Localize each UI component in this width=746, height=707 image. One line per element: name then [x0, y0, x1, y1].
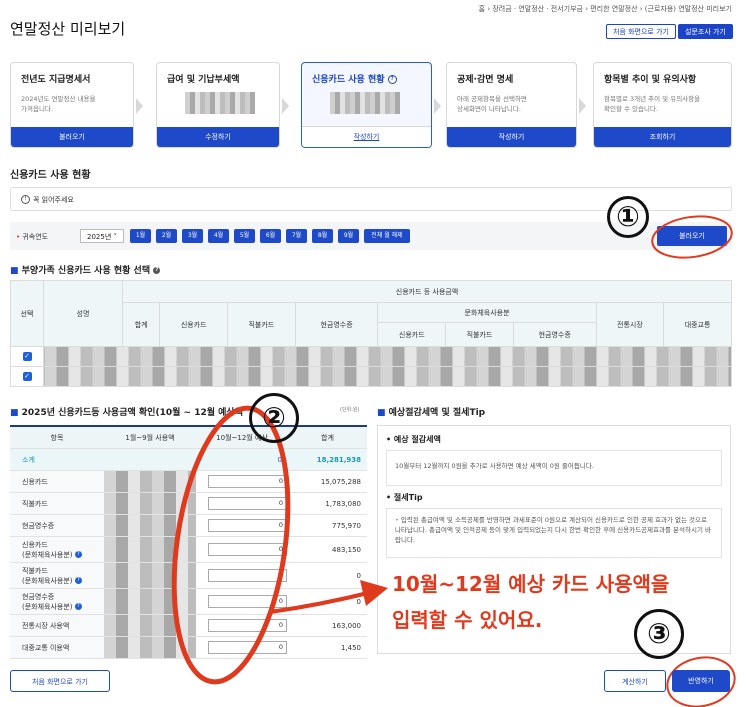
month-button[interactable]: 9월 [338, 229, 359, 243]
load-button[interactable]: 불러오기 [657, 226, 727, 246]
dependents-title: ■ 부양가족 신용카드 사용 현황 선택 ? [10, 263, 161, 276]
step-card-deduction: 공제·감면 명세 아래 공제항목을 선택하면 상세화면이 나타납니다. 작성하기 [446, 62, 577, 148]
table-row: 신용카드 (문화체육사용분) ? 0 483,150 [10, 536, 367, 563]
section-title: 신용카드 사용 현황 [10, 170, 91, 181]
step-card-prev-statement: 전년도 지급명세서 2024년도 연말정산 내용을 가져옵니다. 불러오기 [10, 62, 134, 148]
step-card-credit-card: 신용카드 사용 현황 ? 작성하기 [301, 62, 432, 148]
step-desc: 아래 공제항목을 선택하면 상세화면이 나타납니다. [457, 95, 527, 113]
table-row: 전통시장 사용액 0 163,000 [10, 614, 367, 637]
info-icon: ! [21, 195, 30, 204]
calculate-button[interactable]: 계산하기 [604, 670, 666, 692]
go-home-button[interactable]: 처음 화면으로 가기 [606, 24, 676, 39]
tip-title: ■ 예상절감세액 및 절세Tip [377, 408, 486, 418]
step-title: 공제·감면 명세 [457, 75, 514, 85]
month-button[interactable]: 7월 [286, 229, 307, 243]
blurred-row [43, 346, 732, 367]
select-checkbox[interactable]: ✓ [22, 372, 32, 381]
estimate-input[interactable]: 0 [208, 543, 287, 556]
blurred-value [330, 92, 400, 114]
page-title: 연말정산 미리보기 [10, 20, 126, 38]
annotation-text: 10월~12월 예상 카드 사용액을 입력할 수 있어요. [392, 572, 670, 632]
step-desc: 2024년도 연말정산 내용을 가져옵니다. [21, 95, 96, 113]
step-title: 항목별 추이 및 유의사항 [604, 75, 697, 85]
help-icon[interactable]: ? [74, 577, 82, 584]
estimate-input[interactable]: 0 [208, 595, 287, 608]
month-button[interactable]: 2월 [156, 229, 177, 243]
step-write-button[interactable]: 작성하기 [302, 126, 431, 147]
estimate-input[interactable]: 0 [208, 497, 287, 510]
step-card-salary: 급여 및 기납부세액 수정하기 [156, 62, 280, 148]
month-button[interactable]: 3월 [182, 229, 203, 243]
estimate-input[interactable]: 0 [208, 619, 287, 632]
step-arrow-icon [282, 98, 289, 114]
step-title: 신용카드 사용 현황 ? [312, 72, 397, 85]
table-row: 현금영수증 0 775,970 [10, 514, 367, 537]
month-button[interactable]: 6월 [260, 229, 281, 243]
table-row: 현금영수증 (문화체육사용분) ? 0 0 [10, 588, 367, 615]
table-row: 직불카드 (문화체육사용분) ? 0 0 [10, 562, 367, 589]
apply-button[interactable]: 반영하기 [672, 670, 730, 692]
step-view-button[interactable]: 조회하기 [594, 127, 731, 147]
table-row: 대중교통 이용액 0 1,450 [10, 636, 367, 659]
blurred-value [185, 92, 255, 114]
table-row: 신용카드 0 15,075,288 [10, 470, 367, 493]
table-row: ✓ [10, 346, 732, 367]
step-write-button[interactable]: 작성하기 [447, 127, 576, 147]
help-icon[interactable]: ? [153, 267, 161, 274]
clear-all-months-button[interactable]: 전체 월 해제 [364, 229, 410, 243]
estimate-input[interactable]: 0 [208, 475, 287, 488]
estimate-input[interactable]: 0 [208, 569, 287, 582]
month-button[interactable]: 5월 [234, 229, 255, 243]
notice-text: 꼭 읽어주세요 [33, 196, 74, 204]
tip-text: • 입력된 총급여액 및 소득공제를 반영하면 과세표준이 0원으로 계산되어 … [386, 508, 722, 558]
dependents-table: 선택 성명 신용카드 등 사용금액 합계 신용카드 직불카드 현금영수증 문화체… [10, 280, 732, 387]
step-arrow-icon [434, 98, 441, 114]
table-row: 소계 0 18,281,938 [10, 448, 367, 471]
saving-heading: • 예상 절감세액 [386, 435, 441, 444]
year-label: • 귀속연도 [16, 233, 49, 241]
breadcrumb: 홈 › 장려금 · 연말정산 · 전서기부금 › 편리한 연말정산 › (근로자… [478, 5, 732, 13]
year-select[interactable]: 2025년 ˅ [80, 229, 124, 243]
help-icon[interactable]: ? [74, 603, 82, 610]
go-first-screen-button[interactable]: 처음 화면으로 가기 [10, 670, 110, 692]
unit-label: (단위:원) [340, 407, 360, 413]
month-button[interactable]: 4월 [208, 229, 229, 243]
table-row: 직불카드 0 1,783,080 [10, 492, 367, 515]
step-arrow-icon [136, 98, 143, 114]
step-title: 급여 및 기납부세액 [167, 75, 240, 85]
step-edit-button[interactable]: 수정하기 [157, 127, 279, 147]
saving-text: 10월부터 12월까지 0원을 추가로 사용하면 예상 세액이 0원 줄어듭니다… [386, 450, 722, 486]
survey-button[interactable]: 설문조사 가기 [678, 24, 733, 39]
month-button[interactable]: 8월 [312, 229, 333, 243]
estimate-input[interactable]: 0 [208, 519, 287, 532]
step-desc: 항목별로 3개년 추이 및 유의사항을 확인할 수 있습니다. [604, 95, 701, 113]
step-card-trend: 항목별 추이 및 유의사항 항목별로 3개년 추이 및 유의사항을 확인할 수 있… [593, 62, 732, 148]
confirm-table: 항목 1월~9월 사용액 10월~12월 예상 합계 소계 0 18,281,938… [10, 425, 367, 659]
tip-heading: • 절세Tip [386, 493, 423, 502]
step-number-2: ② [249, 393, 299, 443]
help-icon[interactable]: ? [387, 75, 397, 84]
step-arrow-icon [579, 98, 586, 114]
help-icon[interactable]: ? [74, 551, 82, 558]
confirm-title: ■ 2025년 신용카드등 사용금액 확인(10월 ~ 12월 예상액 [10, 408, 243, 418]
blurred-row [43, 366, 732, 387]
step-number-1: ① [607, 196, 649, 238]
month-button[interactable]: 1월 [130, 229, 151, 243]
step-load-button[interactable]: 불러오기 [11, 127, 133, 147]
select-checkbox[interactable]: ✓ [22, 352, 32, 361]
table-row: ✓ [10, 366, 732, 387]
step-title: 전년도 지급명세서 [21, 75, 91, 85]
estimate-input[interactable]: 0 [208, 641, 287, 654]
